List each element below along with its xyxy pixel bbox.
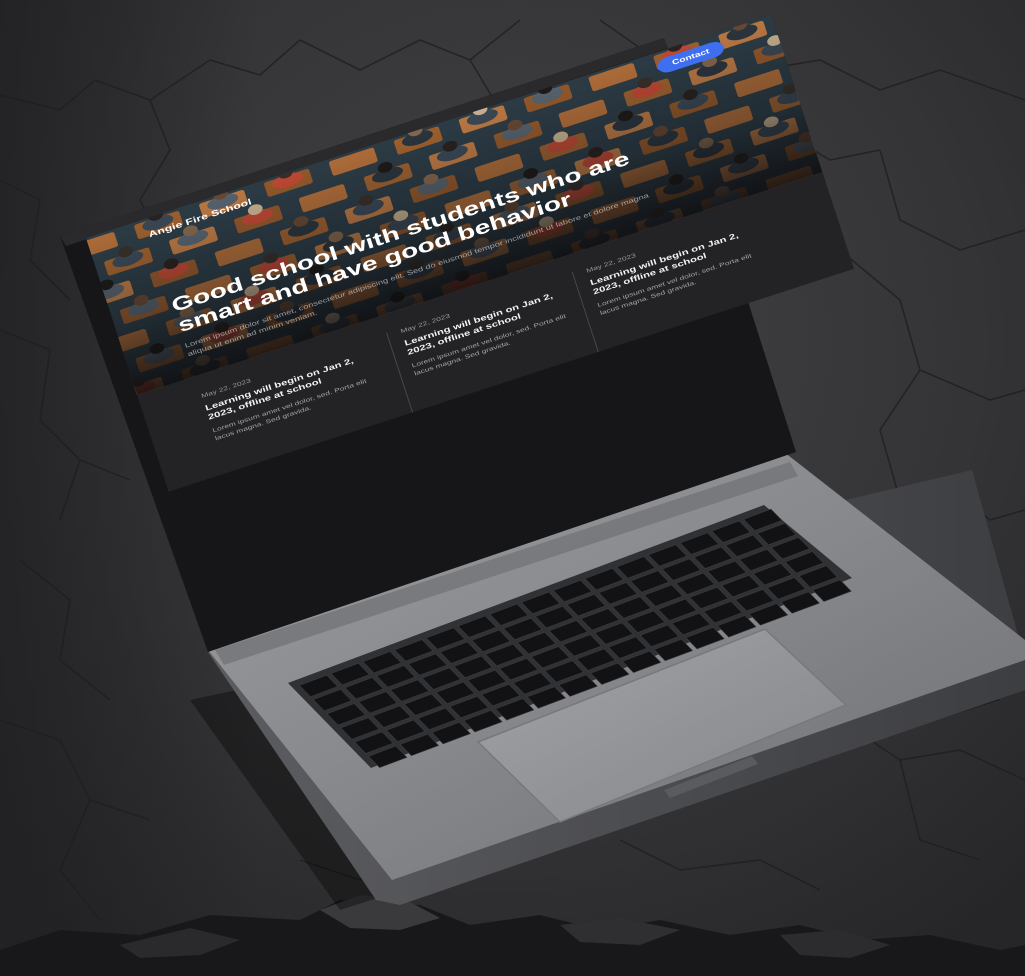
mockup-scene: Angie Fire School Contact Good school wi… — [0, 0, 1025, 976]
